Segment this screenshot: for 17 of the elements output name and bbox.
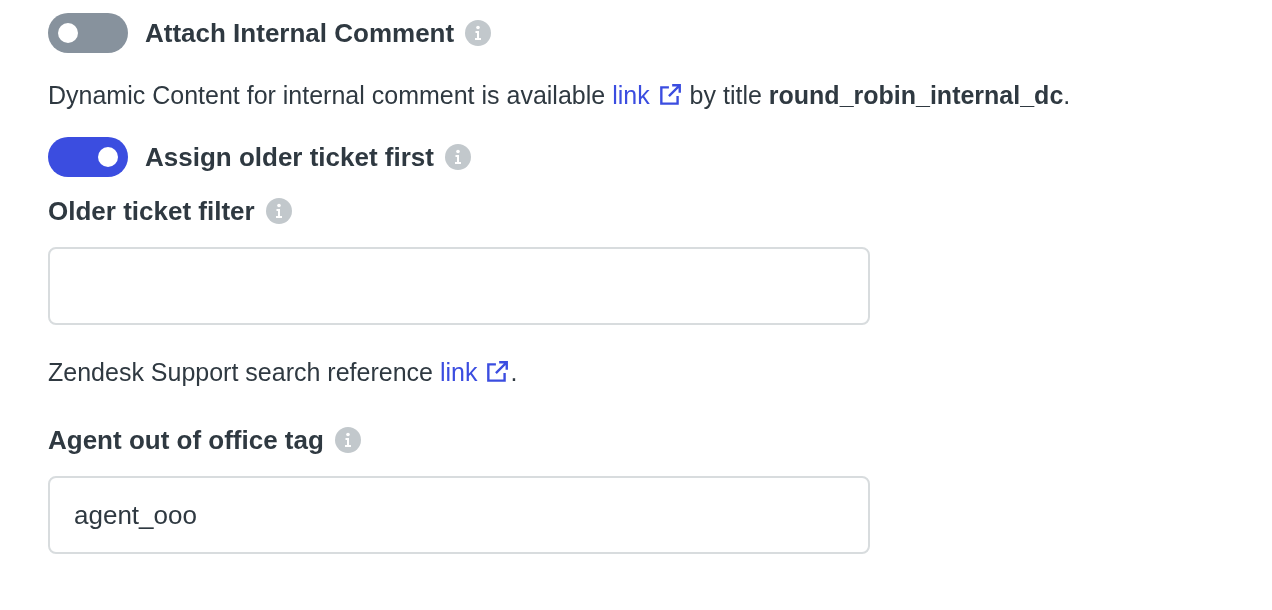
info-icon[interactable] — [265, 198, 292, 224]
toggle-label: Attach Internal Comment — [145, 17, 455, 49]
info-icon[interactable] — [444, 144, 471, 170]
external-link[interactable]: link — [612, 81, 683, 109]
text-field[interactable]: agent_ooo — [48, 476, 870, 554]
toggle-switch[interactable] — [48, 13, 128, 53]
field-label: Older ticket filter — [48, 195, 255, 227]
field-label: Agent out of office tag — [48, 424, 324, 456]
external-link[interactable]: link — [439, 358, 511, 386]
help-text: Zendesk Support search reference link . — [48, 357, 519, 387]
toggle-switch[interactable] — [48, 137, 128, 177]
external-link-icon — [484, 359, 511, 385]
text-field[interactable] — [48, 247, 870, 325]
info-icon[interactable] — [465, 20, 492, 46]
toggle-label: Assign older ticket first — [145, 141, 434, 173]
help-text: Dynamic Content for internal comment is available link by title round_robin_internal_dc. — [48, 80, 1072, 110]
info-icon[interactable] — [334, 427, 361, 453]
